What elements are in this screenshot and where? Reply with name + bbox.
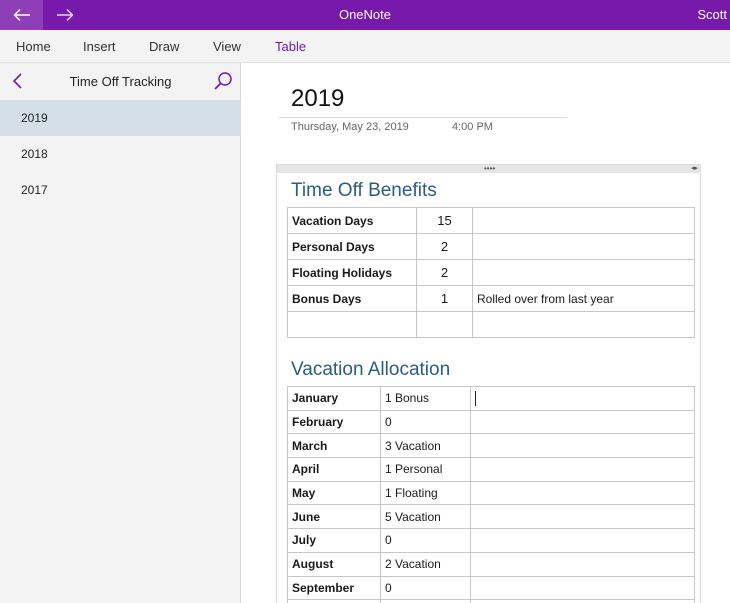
allocation-note-cell[interactable] xyxy=(470,433,695,459)
page-item-2019[interactable]: 2019 xyxy=(0,100,241,136)
user-name[interactable]: Scott xyxy=(697,7,727,22)
allocation-cell[interactable]: 5 Vacation xyxy=(380,504,471,530)
benefits-heading[interactable]: Time Off Benefits xyxy=(291,180,437,202)
app-title: OneNote xyxy=(338,7,392,22)
allocation-cell[interactable]: 0 xyxy=(380,528,471,553)
table-row[interactable]: September 0 xyxy=(287,575,695,601)
section-header: Time Off Tracking xyxy=(0,63,241,100)
allocation-note-cell[interactable] xyxy=(470,457,695,482)
allocation-cell[interactable]: 1 Personal xyxy=(380,457,471,482)
benefit-name[interactable]: Vacation Days xyxy=(287,207,417,234)
table-row[interactable]: March 3 Vacation xyxy=(287,433,695,459)
table-row[interactable]: May 1 Floating xyxy=(287,480,695,506)
allocation-heading[interactable]: Vacation Allocation xyxy=(291,359,450,381)
benefit-days[interactable]: 2 xyxy=(416,259,473,286)
page-canvas[interactable]: 2019 Thursday, May 23, 2019 4:00 PM ••••… xyxy=(242,63,730,603)
title-divider xyxy=(279,117,567,118)
month-cell[interactable]: August xyxy=(287,551,381,577)
allocation-cell[interactable]: 3 Vacation xyxy=(380,433,471,459)
search-button[interactable] xyxy=(213,71,233,91)
allocation-note-cell[interactable] xyxy=(470,551,695,577)
ribbon-tabs: Home Insert Draw View Table xyxy=(0,30,730,63)
allocation-cell[interactable]: 0 xyxy=(380,409,471,435)
table-row[interactable]: February 0 xyxy=(287,409,695,435)
benefit-name[interactable]: Floating Holidays xyxy=(287,259,417,286)
table-row[interactable]: January 1 Bonus xyxy=(287,386,695,411)
table-row[interactable]: April 1 Personal xyxy=(287,457,695,482)
table-row[interactable]: Floating Holidays 2 xyxy=(287,259,695,286)
allocation-table[interactable]: January 1 Bonus February 0 March 3 Vacat… xyxy=(287,386,695,603)
resize-icon[interactable]: ◂▸ xyxy=(691,165,698,173)
benefit-days[interactable]: 2 xyxy=(416,233,473,260)
benefit-note[interactable] xyxy=(472,233,695,260)
benefit-name[interactable]: Personal Days xyxy=(287,233,417,260)
table-row[interactable]: June 5 Vacation xyxy=(287,504,695,530)
benefits-table[interactable]: Vacation Days 15 Personal Days 2 Floatin… xyxy=(287,207,695,338)
benefit-name[interactable]: Bonus Days xyxy=(287,285,417,312)
allocation-note-cell[interactable] xyxy=(470,386,695,411)
tab-draw[interactable]: Draw xyxy=(149,39,179,54)
benefit-note[interactable]: Rolled over from last year xyxy=(472,285,695,312)
page-item-2018[interactable]: 2018 xyxy=(0,136,241,172)
month-cell[interactable]: April xyxy=(287,457,381,482)
allocation-cell[interactable]: 1 Floating xyxy=(380,480,471,506)
benefit-days[interactable]: 15 xyxy=(416,207,473,234)
benefit-name[interactable] xyxy=(287,311,417,338)
benefit-note[interactable] xyxy=(472,207,695,234)
benefit-days[interactable]: 1 xyxy=(416,285,473,312)
grip-icon: •••• xyxy=(484,164,496,173)
section-title: Time Off Tracking xyxy=(69,74,172,89)
container-move-handle[interactable]: •••• ◂▸ xyxy=(277,165,700,173)
month-cell[interactable]: July xyxy=(287,528,381,553)
table-row[interactable]: August 2 Vacation xyxy=(287,551,695,577)
tab-home[interactable]: Home xyxy=(16,39,51,54)
allocation-cell[interactable]: 1 Bonus xyxy=(380,386,471,411)
table-row[interactable]: July 0 xyxy=(287,528,695,553)
table-row[interactable]: Vacation Days 15 xyxy=(287,207,695,234)
month-cell[interactable]: June xyxy=(287,504,381,530)
allocation-note-cell[interactable] xyxy=(470,504,695,530)
month-cell[interactable]: January xyxy=(287,386,381,411)
table-row[interactable]: Personal Days 2 xyxy=(287,233,695,260)
page-date: Thursday, May 23, 2019 xyxy=(291,121,409,133)
page-item-2017[interactable]: 2017 xyxy=(0,172,241,208)
table-row[interactable]: Bonus Days 1 Rolled over from last year xyxy=(287,285,695,312)
month-cell[interactable]: May xyxy=(287,480,381,506)
note-container[interactable]: •••• ◂▸ Time Off Benefits Vacation Days … xyxy=(276,164,701,603)
page-time: 4:00 PM xyxy=(452,121,493,133)
month-cell[interactable]: February xyxy=(287,409,381,435)
allocation-cell[interactable]: 2 Vacation xyxy=(380,551,471,577)
allocation-note-cell[interactable] xyxy=(470,409,695,435)
page-title[interactable]: 2019 xyxy=(291,85,344,113)
title-bar: OneNote Scott xyxy=(0,0,730,30)
month-cell[interactable]: September xyxy=(287,575,381,601)
allocation-note-cell[interactable] xyxy=(470,528,695,553)
month-cell[interactable]: March xyxy=(287,433,381,459)
allocation-note-cell[interactable] xyxy=(470,480,695,506)
search-icon xyxy=(214,72,232,90)
allocation-cell[interactable]: 0 xyxy=(380,575,471,601)
benefit-days[interactable] xyxy=(416,311,473,338)
benefit-note[interactable] xyxy=(472,259,695,286)
benefit-note[interactable] xyxy=(472,311,695,338)
allocation-note-cell[interactable] xyxy=(470,575,695,601)
tab-table[interactable]: Table xyxy=(275,39,306,54)
page-list-pane: Time Off Tracking 2019 2018 2017 xyxy=(0,63,241,603)
tab-view[interactable]: View xyxy=(213,39,241,54)
tab-insert[interactable]: Insert xyxy=(83,39,116,54)
table-row[interactable] xyxy=(287,311,695,338)
text-cursor xyxy=(475,391,476,406)
